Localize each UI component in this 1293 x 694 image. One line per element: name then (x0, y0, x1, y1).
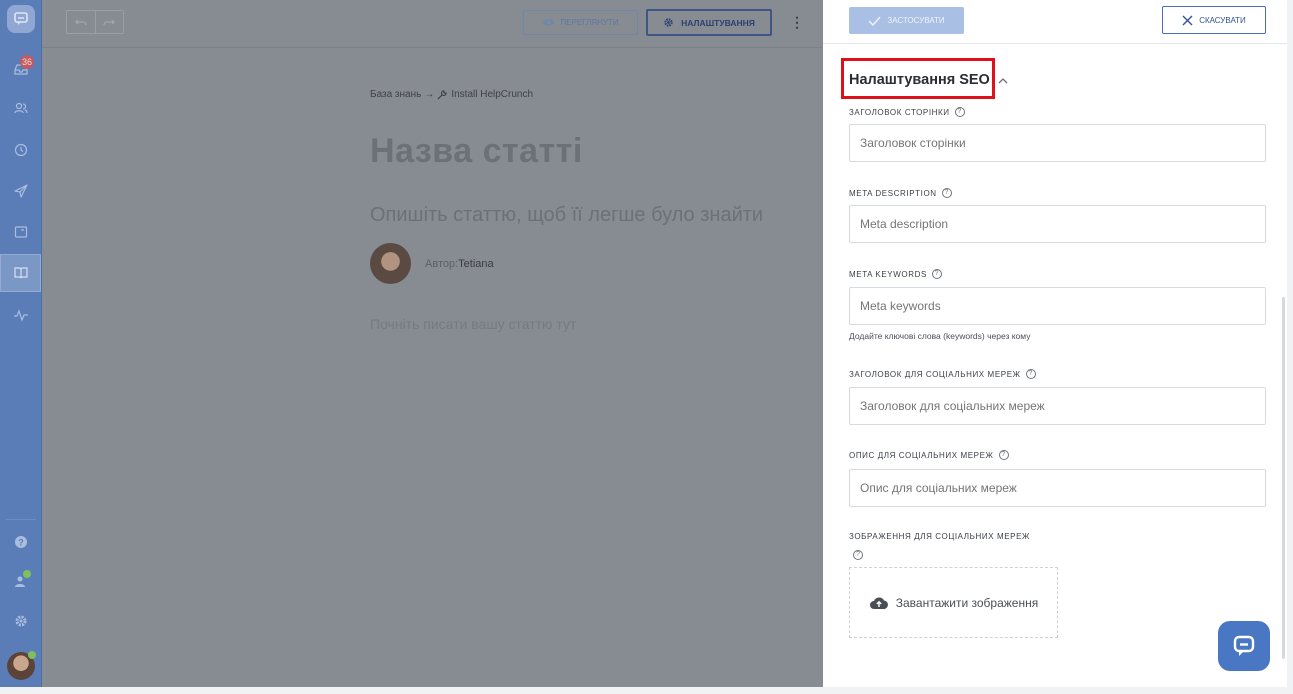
eye-icon (542, 19, 555, 26)
social-description-input[interactable] (849, 469, 1266, 507)
book-icon (13, 267, 28, 279)
apply-button-label: Застосувати (887, 16, 945, 25)
cancel-button[interactable]: Скасувати (1162, 6, 1266, 34)
settings-button-label: Налаштування (681, 17, 755, 28)
seo-settings-panel: Застосувати Скасувати Налаштування SEO З… (823, 0, 1287, 687)
meta-keywords-label: Meta keywords ? (849, 269, 942, 279)
help-icon[interactable]: ? (954, 107, 965, 117)
wrench-icon (437, 90, 448, 100)
undo-icon (75, 19, 87, 26)
breadcrumb-arrow: → (424, 89, 435, 100)
send-icon (13, 184, 28, 198)
check-icon (868, 16, 881, 26)
gear-icon (664, 18, 673, 27)
sidebar-item-outbound[interactable] (0, 174, 41, 208)
window-icon (14, 226, 27, 238)
chevron-up-icon[interactable] (997, 75, 1011, 89)
meta-description-label: Meta description ? (849, 188, 952, 198)
clock-icon (14, 143, 27, 157)
chat-widget-button[interactable] (1218, 621, 1270, 671)
meta-keywords-hint: Додайте ключові слова (keywords) через к… (849, 331, 1031, 341)
svg-text:?: ? (18, 538, 24, 548)
panel-header: Застосувати Скасувати (823, 0, 1287, 44)
sidebar-item-history[interactable] (0, 133, 41, 167)
breadcrumb-section[interactable]: Install HelpCrunch (451, 89, 533, 100)
editor-toolbar: Переглянути Налаштування ⋮ (42, 0, 823, 48)
sidebar-item-settings[interactable] (0, 604, 41, 638)
window-edge-right (1287, 0, 1293, 694)
help-icon[interactable]: ? (941, 188, 952, 198)
sidebar-item-popups[interactable] (0, 215, 41, 249)
more-menu-button[interactable]: ⋮ (790, 14, 804, 30)
upload-image-label: Завантажити зображення (895, 595, 1039, 610)
social-description-label: Опис для соціальних мереж ? (849, 450, 1009, 460)
activity-icon (13, 309, 28, 322)
panel-scrollbar[interactable] (1282, 297, 1285, 659)
redo-button[interactable] (94, 11, 123, 33)
close-icon (1182, 15, 1193, 25)
article-body-input[interactable]: Почніть писати вашу статтю тут (370, 316, 576, 332)
article-title-input[interactable]: Назва статті (370, 132, 583, 171)
preview-button-label: Переглянути (560, 18, 619, 27)
gear-icon (15, 615, 26, 627)
social-title-label: Заголовок для соціальних мереж ? (849, 369, 1036, 379)
breadcrumb: База знань → Install HelpCrunch (370, 89, 533, 100)
window-edge-bottom (0, 687, 1293, 694)
sidebar-item-help[interactable]: ? (0, 525, 41, 559)
question-icon: ? (14, 536, 27, 548)
sidebar-divider (6, 519, 36, 520)
main-sidebar: 36 ? (0, 0, 42, 687)
help-icon[interactable]: ? (998, 450, 1009, 460)
preview-button[interactable]: Переглянути (523, 10, 638, 35)
cancel-button-label: Скасувати (1199, 15, 1246, 25)
users-icon (13, 102, 28, 114)
page-title-label: Заголовок сторінки ? (849, 107, 965, 117)
cloud-upload-icon (869, 597, 888, 609)
author-avatar (370, 243, 411, 284)
seo-section-title[interactable]: Налаштування SEO (849, 72, 990, 88)
app-window: 36 ? ПЕРЕГЛЯНУТИ НАЛАШТУВАННЯ ⋮ База зна… (0, 0, 1293, 694)
meta-keywords-input[interactable] (849, 287, 1266, 325)
undo-button[interactable] (67, 11, 95, 33)
upload-image-button[interactable]: Завантажити зображення (849, 567, 1058, 638)
author-line: Автор:Tetiana (425, 258, 494, 270)
article-description-input[interactable]: Опишіть статтю, щоб її легше було знайти (370, 204, 763, 227)
meta-description-input[interactable] (849, 205, 1266, 243)
author-name[interactable]: Tetiana (458, 258, 493, 270)
author-prefix: Автор: (425, 258, 459, 270)
inbox-badge: 36 (20, 55, 35, 69)
chat-bubble-icon[interactable] (7, 5, 35, 33)
sidebar-item-agents[interactable] (0, 564, 41, 598)
agents-online-dot (23, 570, 31, 578)
help-icon[interactable]: ? (931, 269, 942, 279)
sidebar-item-contacts[interactable] (0, 91, 41, 125)
breadcrumb-root[interactable]: База знань (370, 89, 421, 100)
undo-redo-group (66, 10, 124, 34)
settings-button[interactable]: Налаштування (646, 9, 772, 36)
sidebar-item-knowledge-base[interactable] (0, 254, 41, 292)
sidebar-item-reports[interactable] (0, 298, 41, 332)
apply-button[interactable]: Застосувати (849, 7, 964, 34)
profile-online-dot (28, 651, 36, 659)
social-image-label: Зображення для соціальних мереж (849, 532, 1031, 541)
page-title-input[interactable] (849, 124, 1266, 162)
redo-icon (103, 19, 116, 26)
help-icon[interactable]: ? (853, 550, 863, 560)
chat-bubble-icon (1233, 635, 1255, 656)
article-editor: Переглянути Налаштування ⋮ База знань → … (42, 0, 823, 687)
social-title-input[interactable] (849, 387, 1266, 425)
help-icon[interactable]: ? (1025, 369, 1036, 379)
